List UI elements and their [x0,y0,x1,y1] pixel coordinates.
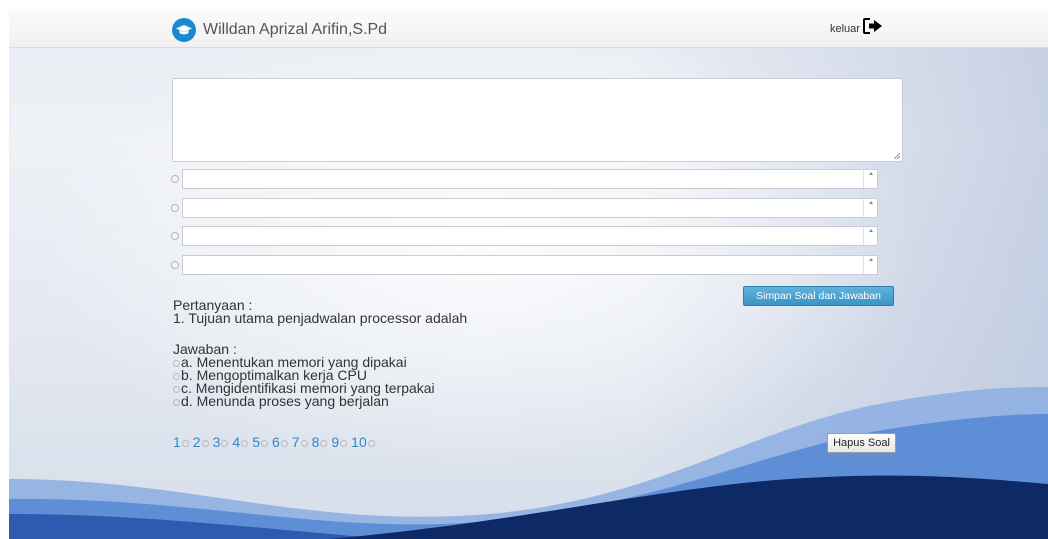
question-textarea[interactable] [172,78,903,162]
page-number[interactable]: 3 [213,434,221,450]
page-link[interactable]: 7 [292,434,308,450]
option-input[interactable] [182,255,878,275]
page-radio[interactable] [367,440,375,447]
page-number[interactable]: 2 [193,434,201,450]
option-row-a [171,169,878,189]
page-link[interactable]: 9 [331,434,348,450]
page-radio[interactable] [221,440,229,447]
option-row-d [171,255,878,275]
answer-text: d. Menunda proses yang berjalan [181,393,389,409]
input-scroll-arrow[interactable] [863,256,877,274]
input-scroll-arrow[interactable] [863,227,877,245]
answer-display: Jawaban : a. Menentukan memori yang dipa… [173,342,435,409]
page-number[interactable]: 7 [292,434,300,450]
main-content: Simpan Soal dan Jawaban Pertanyaan : 1. … [9,9,1048,539]
answer-radio[interactable] [173,360,180,367]
user-name: Willdan Aprizal Arifin,S.Pd [203,21,388,38]
question-text: 1. Tujuan utama penjadwalan processor ad… [173,310,468,326]
page-link[interactable]: 8 [312,434,328,450]
page-number[interactable]: 9 [331,434,339,450]
page-radio[interactable] [320,440,328,447]
page-radio[interactable] [300,440,308,447]
delete-question-button[interactable]: Hapus Soal [827,433,896,453]
save-question-button[interactable]: Simpan Soal dan Jawaban [743,286,894,306]
page-number[interactable]: 4 [232,434,240,450]
page-number[interactable]: 10 [351,434,367,450]
page-number[interactable]: 1 [173,434,181,450]
page-number[interactable]: 8 [312,434,320,450]
page-link[interactable]: 6 [272,434,288,450]
graduation-cap-icon [172,18,196,42]
page-link[interactable]: 1 [173,434,189,450]
input-scroll-arrow[interactable] [863,199,877,217]
page-link[interactable]: 3 [213,434,229,450]
logout-link[interactable]: keluar [830,18,883,39]
option-radio[interactable] [171,232,179,240]
page-link[interactable]: 10 [351,434,375,450]
option-row-b [171,198,878,218]
page-number[interactable]: 5 [252,434,260,450]
brand: Willdan Aprizal Arifin,S.Pd [172,18,387,42]
page-radio[interactable] [280,440,288,447]
logout-label: keluar [830,22,860,35]
option-input[interactable] [182,198,878,218]
sign-out-icon[interactable] [862,18,883,39]
page-radio[interactable] [181,440,189,447]
page-radio[interactable] [241,440,249,447]
option-radio[interactable] [171,204,179,212]
question-pagination: 1 2 3 4 5 6 7 8 9 10 [173,434,379,450]
page-number[interactable]: 6 [272,434,280,450]
answer-radio[interactable] [173,386,180,393]
page-link[interactable]: 4 [232,434,249,450]
page-radio[interactable] [340,440,348,447]
answer-radio[interactable] [173,373,180,380]
top-navbar: Willdan Aprizal Arifin,S.Pd keluar [9,9,1048,48]
answer-radio[interactable] [173,399,180,406]
page-frame: Willdan Aprizal Arifin,S.Pd keluar Simpa… [9,9,1048,539]
page-link[interactable]: 2 [193,434,209,450]
page-radio[interactable] [260,440,268,447]
page-radio[interactable] [201,440,209,447]
resize-grip[interactable] [894,153,900,159]
answer-item: d. Menunda proses yang berjalan [173,393,435,409]
option-radio[interactable] [171,175,179,183]
option-input[interactable] [182,169,878,189]
option-row-c [171,226,878,246]
question-display: Pertanyaan : 1. Tujuan utama penjadwalan… [173,298,468,326]
page-link[interactable]: 5 [252,434,268,450]
option-radio[interactable] [171,261,179,269]
option-input[interactable] [182,226,878,246]
input-scroll-arrow[interactable] [863,170,877,188]
